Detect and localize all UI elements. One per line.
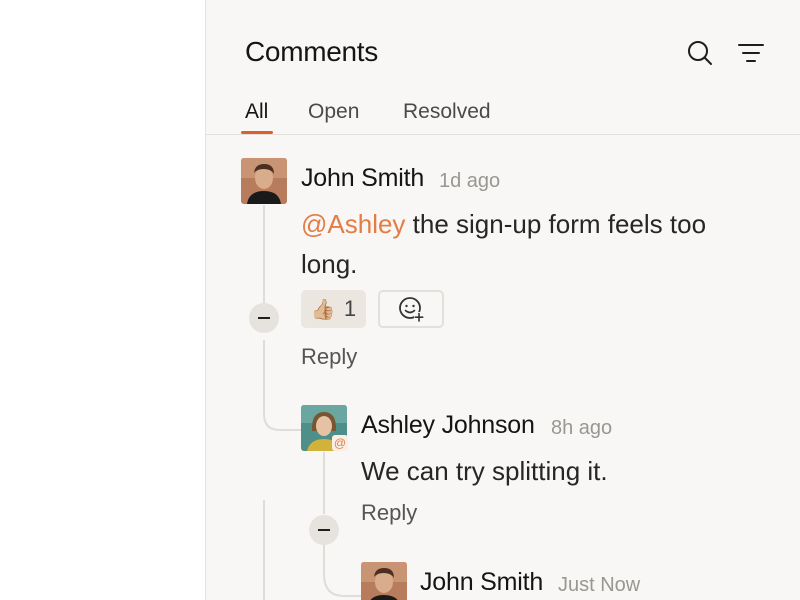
comment-timestamp: 1d ago — [439, 170, 501, 192]
thread-line — [323, 452, 325, 514]
collapse-icon — [318, 529, 330, 531]
thread-line — [263, 205, 265, 305]
collapse-icon — [258, 317, 270, 319]
search-button[interactable] — [685, 38, 715, 68]
tab-resolved[interactable]: Resolved — [403, 100, 491, 124]
comment-timestamp: 8h ago — [551, 417, 613, 439]
reply-button[interactable]: Reply — [301, 344, 357, 370]
comment-author[interactable]: Ashley Johnson — [361, 411, 535, 440]
active-tab-indicator — [241, 131, 273, 134]
search-icon — [688, 41, 712, 65]
thread-connector — [263, 398, 301, 431]
mention-link[interactable]: @Ashley — [301, 209, 405, 239]
add-reaction-button[interactable] — [378, 290, 444, 328]
collapse-thread-button[interactable] — [309, 515, 339, 545]
filter-icon — [738, 44, 764, 62]
mention-badge: @ — [332, 435, 348, 451]
reaction-thumbs-up[interactable]: 👍🏼 1 — [301, 290, 366, 328]
thread-connector — [323, 544, 361, 597]
filter-button[interactable] — [736, 38, 766, 68]
comment-timestamp: Just Now — [558, 574, 641, 596]
comments-panel: Comments All Open Resolved John Smith 1d… — [205, 0, 800, 600]
thread-line — [263, 500, 265, 600]
tab-bar: All Open Resolved — [206, 96, 800, 135]
tab-open[interactable]: Open — [308, 100, 359, 124]
reaction-count: 1 — [343, 296, 357, 321]
reply-button[interactable]: Reply — [361, 500, 417, 526]
thread-line — [263, 340, 265, 400]
tab-all[interactable]: All — [245, 100, 268, 124]
comment-body: @Ashley the sign-up form feels too long. — [301, 204, 741, 284]
avatar[interactable] — [241, 158, 287, 204]
collapse-thread-button[interactable] — [249, 303, 279, 333]
add-reaction-icon — [399, 297, 424, 322]
comment-author[interactable]: John Smith — [301, 164, 424, 193]
thumbs-up-emoji: 👍🏼 — [310, 298, 336, 321]
avatar-image — [361, 562, 407, 600]
avatar-image — [241, 158, 287, 204]
comment-author[interactable]: John Smith — [420, 568, 543, 597]
comment-body: We can try splitting it. — [361, 456, 608, 486]
avatar[interactable] — [361, 562, 407, 600]
panel-title: Comments — [245, 36, 378, 67]
